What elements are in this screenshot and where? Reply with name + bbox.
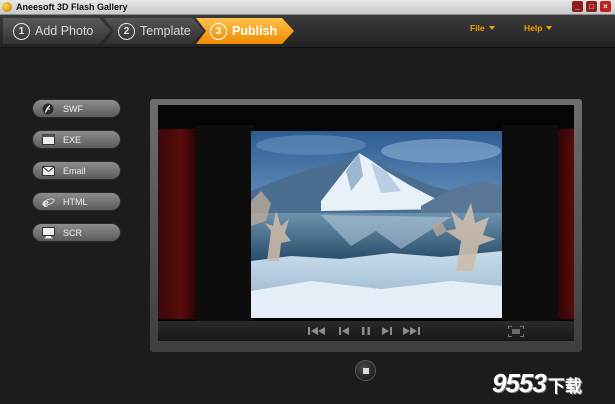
window-icon (41, 134, 55, 146)
publish-email-button[interactable]: Email (32, 161, 121, 180)
player-control-bar (158, 321, 574, 341)
step-number: 1 (13, 23, 30, 40)
step-number: 2 (118, 23, 135, 40)
menu-help[interactable]: Help (524, 23, 553, 33)
publish-swf-label: SWF (63, 103, 83, 114)
maximize-button[interactable]: □ (586, 1, 597, 12)
publish-email-label: Email (63, 165, 86, 176)
window-title: Aneesoft 3D Flash Gallery (16, 2, 128, 12)
envelope-icon (41, 165, 55, 177)
caret-down-icon (488, 26, 495, 30)
watermark-cn: 下载 (547, 377, 582, 396)
monitor-icon (41, 226, 55, 239)
publish-swf-button[interactable]: SWF (32, 99, 121, 118)
step-label: Template (140, 24, 191, 38)
publish-exe-button[interactable]: EXE (32, 130, 121, 149)
adjacent-photo-right (556, 129, 574, 319)
pause-icon[interactable] (361, 325, 371, 337)
close-button[interactable]: × (600, 1, 611, 12)
preview-photo (251, 131, 502, 318)
step-template[interactable]: 2 Template (104, 18, 204, 44)
menu-file[interactable]: File (470, 23, 495, 33)
gallery-panel-left (196, 125, 254, 321)
fullscreen-icon[interactable] (508, 325, 524, 337)
menu-help-label: Help (524, 23, 543, 33)
minimize-button[interactable]: _ (572, 1, 583, 12)
wizard-step-bar: 1 Add Photo 2 Template 3 Publish (0, 15, 615, 48)
step-number: 3 (210, 23, 227, 40)
stop-icon (362, 367, 369, 374)
adjacent-photo-left (158, 129, 196, 319)
previous-icon[interactable] (339, 325, 349, 337)
caret-down-icon (546, 26, 553, 30)
browser-e-icon: e (41, 196, 55, 208)
gallery-panel-right (503, 125, 558, 321)
app-logo-icon (2, 2, 12, 12)
publish-exe-label: EXE (63, 134, 82, 145)
publish-scr-label: SCR (63, 227, 83, 238)
next-icon[interactable] (382, 325, 392, 337)
title-bar: Aneesoft 3D Flash Gallery _ □ × (0, 0, 615, 15)
last-icon[interactable] (403, 325, 421, 337)
publish-scr-button[interactable]: SCR (32, 223, 121, 242)
publish-html-label: HTML (63, 196, 88, 207)
publish-html-button[interactable]: e HTML (32, 192, 121, 211)
menu-file-label: File (470, 23, 485, 33)
step-label: Add Photo (35, 24, 94, 38)
gallery-preview[interactable] (158, 105, 574, 341)
step-add-photo[interactable]: 1 Add Photo (3, 18, 111, 44)
stop-button[interactable] (355, 360, 376, 381)
first-icon[interactable] (308, 325, 326, 337)
flash-icon (41, 103, 55, 115)
gallery-preview-frame (150, 99, 582, 352)
step-label: Publish (232, 24, 278, 38)
watermark-text: 9553 (492, 368, 547, 398)
watermark: 9553 下载 (492, 368, 582, 399)
step-publish[interactable]: 3 Publish (196, 18, 294, 44)
